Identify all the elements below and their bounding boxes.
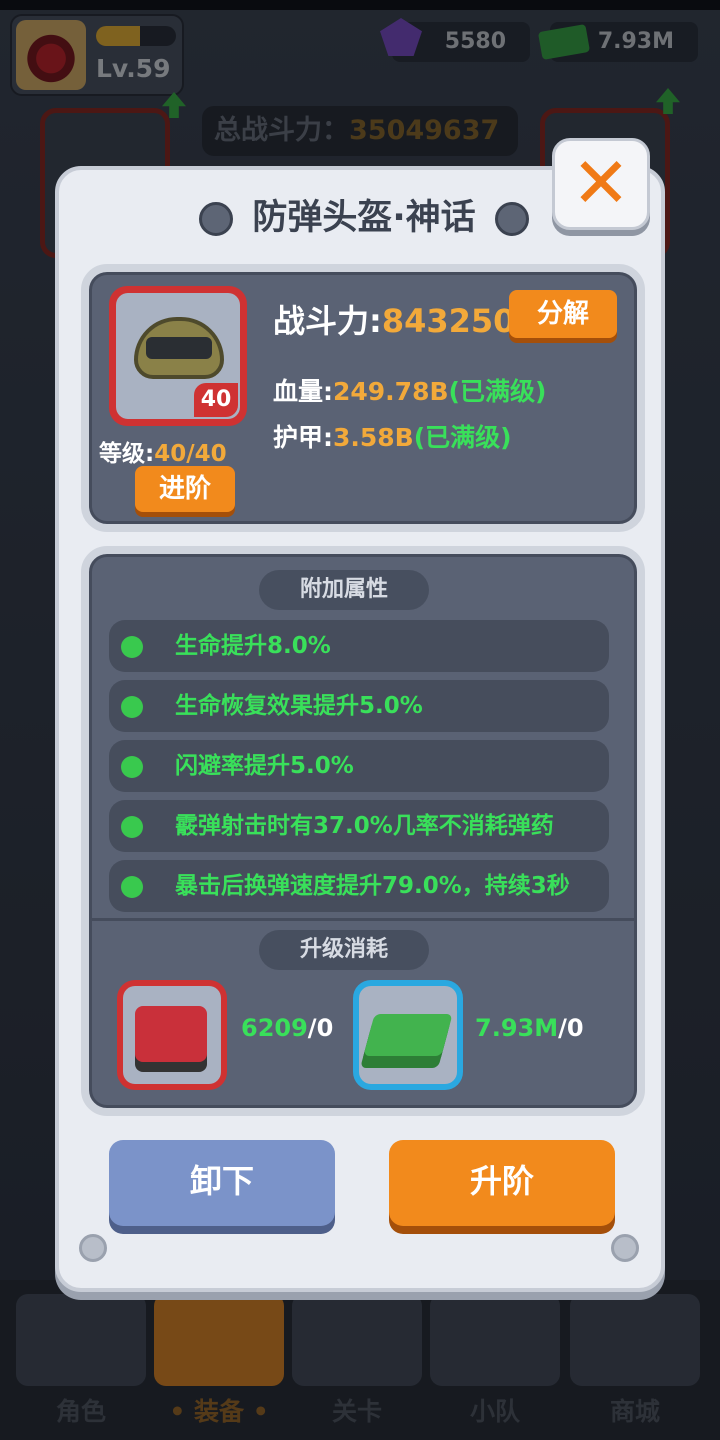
- upgrade-rank-button[interactable]: 升阶: [389, 1140, 615, 1226]
- chip-icon: [135, 1006, 207, 1062]
- advance-button[interactable]: 进阶: [135, 466, 235, 512]
- cost-chip-have: 6209: [241, 1014, 308, 1042]
- attr-bullet-icon: [121, 696, 143, 718]
- stat-hp-max: (已满级): [448, 377, 547, 406]
- attr-bullet-icon: [121, 876, 143, 898]
- cost-item-chip[interactable]: [117, 980, 227, 1090]
- item-icon-frame[interactable]: 40: [109, 286, 247, 426]
- attr-bullet-icon: [121, 816, 143, 838]
- decompose-button[interactable]: 分解: [509, 290, 617, 338]
- cash-icon: [363, 1014, 453, 1056]
- cost-item-cash[interactable]: [353, 980, 463, 1090]
- stat-armor: 护甲:3.58B(已满级): [273, 418, 512, 454]
- attr-row: 闪避率提升5.0%: [109, 740, 609, 792]
- bolt-icon: [611, 1234, 639, 1262]
- item-grade-label: 等级:: [99, 441, 155, 467]
- attr-bullet-icon: [121, 636, 143, 658]
- stat-armor-max: (已满级): [413, 423, 512, 452]
- cost-cash-have: 7.93M: [475, 1014, 559, 1042]
- title-ornament-icon: [199, 202, 233, 236]
- equipment-detail-modal: 防弹头盔·神话 40 等级:40/40 进阶 战斗力:843250 分解 血量:…: [55, 166, 665, 1292]
- attributes-panel: 附加属性 生命提升8.0% 生命恢复效果提升5.0% 闪避率提升5.0% 霰弹射…: [81, 546, 645, 1116]
- cost-chip-need: /0: [307, 1014, 334, 1042]
- stat-armor-value: 3.58B: [333, 423, 414, 452]
- attr-bullet-icon: [121, 756, 143, 778]
- bolt-icon: [79, 1234, 107, 1262]
- attrs-section-title: 附加属性: [259, 570, 429, 610]
- stat-hp-label: 血量:: [273, 377, 333, 406]
- stat-hp-value: 249.78B: [333, 377, 449, 406]
- cost-section-title: 升级消耗: [259, 930, 429, 970]
- modal-title-bar: 防弹头盔·神话: [199, 188, 529, 248]
- item-power-label: 战斗力:: [273, 302, 382, 340]
- stat-hp: 血量:249.78B(已满级): [273, 372, 546, 408]
- cost-cash-amount: 7.93M/0: [475, 1014, 584, 1042]
- helmet-visor: [146, 337, 212, 359]
- attr-row: 暴击后换弹速度提升79.0%，持续3秒: [109, 860, 609, 912]
- cost-chip-amount: 6209/0: [241, 1014, 333, 1042]
- attr-row: 生命恢复效果提升5.0%: [109, 680, 609, 732]
- item-level-badge: 40: [194, 383, 238, 417]
- attr-text: 生命提升8.0%: [175, 633, 331, 659]
- item-grade: 等级:40/40: [99, 434, 227, 468]
- attr-text: 霰弹射击时有37.0%几率不消耗弹药: [175, 813, 554, 839]
- attr-row: 霰弹射击时有37.0%几率不消耗弹药: [109, 800, 609, 852]
- section-divider: [89, 918, 637, 921]
- title-ornament-icon: [495, 202, 529, 236]
- attr-text: 暴击后换弹速度提升79.0%，持续3秒: [175, 873, 570, 899]
- item-grade-value: 40/40: [154, 441, 227, 467]
- close-button[interactable]: ✕: [552, 138, 650, 230]
- item-summary-panel: 40 等级:40/40 进阶 战斗力:843250 分解 血量:249.78B(…: [81, 264, 645, 532]
- attr-row: 生命提升8.0%: [109, 620, 609, 672]
- cost-cash-need: /0: [558, 1014, 584, 1042]
- modal-title: 防弹头盔·神话: [252, 198, 476, 238]
- stat-armor-label: 护甲:: [273, 423, 333, 452]
- attr-text: 生命恢复效果提升5.0%: [175, 693, 423, 719]
- item-power-value: 843250: [381, 302, 516, 340]
- item-power: 战斗力:843250: [273, 296, 515, 342]
- attr-text: 闪避率提升5.0%: [175, 753, 354, 779]
- unequip-button[interactable]: 卸下: [109, 1140, 335, 1226]
